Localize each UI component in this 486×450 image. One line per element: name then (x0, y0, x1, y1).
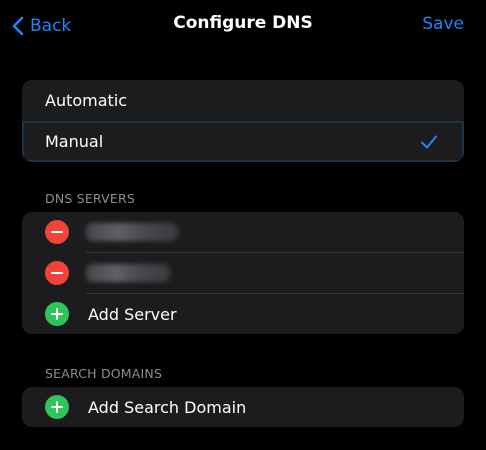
option-manual-label: Manual (45, 132, 104, 151)
remove-server-button[interactable] (45, 261, 69, 285)
dns-servers-header: DNS SERVERS (45, 191, 135, 206)
option-manual[interactable]: Manual (22, 121, 464, 162)
remove-server-button[interactable] (45, 220, 69, 244)
minus-icon (51, 271, 63, 275)
add-search-domain-button[interactable] (45, 395, 69, 419)
save-button[interactable]: Save (422, 14, 464, 34)
add-server-button[interactable] (45, 302, 69, 326)
search-domains-header: SEARCH DOMAINS (45, 366, 163, 381)
add-search-domain-row[interactable]: Add Search Domain (22, 387, 464, 427)
redacted-server-address (86, 264, 170, 282)
option-automatic-label: Automatic (45, 91, 128, 110)
dns-server-row (22, 212, 464, 252)
add-server-row[interactable]: Add Server (22, 294, 464, 334)
minus-icon (51, 230, 63, 234)
add-search-domain-label: Add Search Domain (88, 397, 247, 417)
dns-servers-group: Add Server (22, 212, 464, 334)
configure-dns-screen: Back Configure DNS Save Automatic Manual… (0, 0, 486, 450)
navigation-bar: Back Configure DNS Save (0, 0, 486, 52)
dns-server-row (22, 253, 464, 293)
redacted-server-address (86, 223, 178, 241)
search-domains-group: Add Search Domain (22, 387, 464, 427)
checkmark-icon (420, 134, 438, 154)
dns-mode-group: Automatic Manual (22, 80, 464, 162)
add-server-label: Add Server (88, 304, 177, 324)
page-title: Configure DNS (173, 13, 313, 33)
option-automatic[interactable]: Automatic (22, 80, 464, 121)
